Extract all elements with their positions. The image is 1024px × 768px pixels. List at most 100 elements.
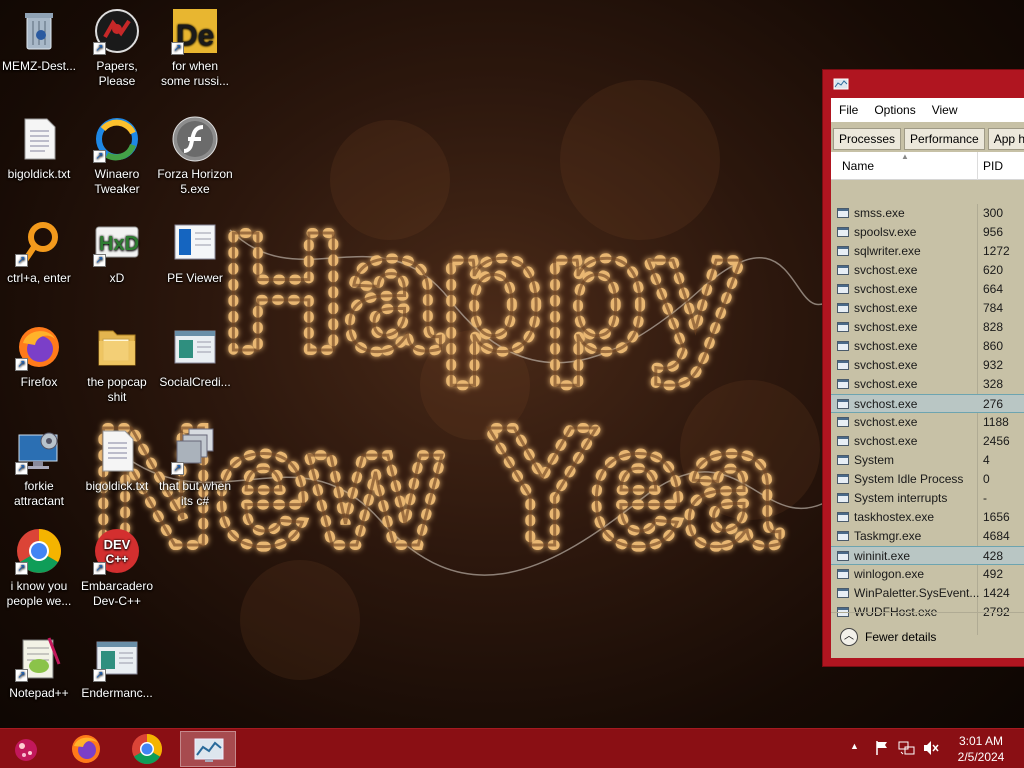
desktop-icon-ctrl-a-enter[interactable]: ↗ ctrl+a, enter (1, 219, 77, 286)
tray-flag-icon[interactable] (874, 740, 890, 768)
process-row[interactable]: svchost.exe 784 (831, 299, 1024, 318)
desktop-icon-label: MEMZ-Dest... (2, 59, 76, 73)
process-row[interactable]: svchost.exe 2456 (831, 432, 1024, 451)
process-row[interactable]: svchost.exe 1188 (831, 413, 1024, 432)
process-row[interactable]: svchost.exe 664 (831, 280, 1024, 299)
process-icon (837, 322, 849, 332)
desktop-icon-xd[interactable]: HxD ↗ xD (79, 219, 155, 286)
app-window-icon (171, 323, 219, 371)
process-row[interactable]: svchost.exe 328 (831, 375, 1024, 394)
process-row[interactable]: taskhostex.exe 1656 (831, 508, 1024, 527)
process-pid: 492 (983, 567, 1004, 581)
process-row[interactable]: svchost.exe 620 (831, 261, 1024, 280)
process-row[interactable]: spoolsv.exe 956 (831, 223, 1024, 242)
process-icon (837, 493, 849, 503)
process-pid: 0 (983, 472, 990, 486)
devcpp-icon: DEV C++ ↗ (93, 527, 141, 575)
process-pid: 4 (983, 453, 990, 467)
taskbar-task-manager[interactable] (180, 731, 236, 767)
start-button[interactable] (0, 731, 56, 767)
taskbar-chrome[interactable] (119, 731, 175, 767)
start-orb-icon (15, 739, 37, 761)
desktop-icon-for-when-some-russi[interactable]: De ↗ for when some russi... (157, 7, 233, 89)
chevron-up-icon[interactable]: ︿ (840, 628, 858, 646)
svg-text:C++: C++ (106, 552, 129, 566)
process-row[interactable]: wininit.exe 428 (831, 546, 1024, 565)
desktop-icon-pe-viewer[interactable]: PE Viewer (157, 219, 233, 286)
desktop-icon-papers-please[interactable]: ↗ Papers, Please (79, 7, 155, 89)
process-row[interactable]: svchost.exe 276 (831, 394, 1024, 413)
tray-volume-muted-icon[interactable] (922, 740, 940, 768)
menu-options[interactable]: Options (874, 103, 915, 117)
shortcut-arrow-icon: ↗ (171, 42, 184, 55)
desktop-icon-forza-horizon[interactable]: Forza Horizon 5.exe (157, 115, 233, 197)
process-row[interactable]: svchost.exe 828 (831, 318, 1024, 337)
process-row[interactable]: System Idle Process 0 (831, 470, 1024, 489)
process-row[interactable]: System interrupts - (831, 489, 1024, 508)
taskbar-clock[interactable]: 3:01 AM 2/5/2024 (948, 733, 1014, 765)
desktop-icon-bigoldick-2[interactable]: bigoldick.txt (79, 427, 155, 494)
shortcut-arrow-icon: ↗ (171, 462, 184, 475)
desktop-icon-chrome[interactable]: ↗ i know you people we... (1, 527, 77, 609)
process-icon (837, 379, 849, 389)
process-name: svchost.exe (854, 320, 918, 334)
task-manager-footer: ︿ Fewer details (831, 612, 1024, 658)
column-header-pid[interactable]: PID (983, 159, 1003, 173)
process-icon (837, 246, 849, 256)
process-pid: 784 (983, 301, 1004, 315)
process-icon (837, 436, 849, 446)
desktop-icon-winaero-tweaker[interactable]: ↗ Winaero Tweaker (79, 115, 155, 197)
process-row[interactable]: WinPaletter.SysEvent... 1424 (831, 584, 1024, 603)
clock-date: 2/5/2024 (957, 750, 1005, 764)
tab-app-history[interactable]: App hist (987, 128, 1024, 150)
process-row[interactable]: System 4 (831, 451, 1024, 470)
desktop-icon-devcpp[interactable]: DEV C++ ↗ Embarcadero Dev-C++ (79, 527, 155, 609)
svg-text:HxD: HxD (99, 233, 139, 255)
tray-overflow-chevron-icon[interactable]: ▲ (850, 741, 859, 768)
desktop-icon-popcap-folder[interactable]: the popcap shit (79, 323, 155, 405)
desktop-icon-socialcredit[interactable]: SocialCredi... (157, 323, 233, 390)
process-icon (837, 227, 849, 237)
column-separator[interactable] (977, 152, 978, 180)
desktop-icon-label: PE Viewer (167, 271, 223, 285)
shortcut-arrow-icon: ↗ (93, 42, 106, 55)
text-file-icon (15, 115, 63, 163)
process-row[interactable]: svchost.exe 860 (831, 337, 1024, 356)
desktop-icon-firefox[interactable]: ↗ Firefox (1, 323, 77, 390)
process-name: svchost.exe (854, 263, 918, 277)
desktop-icon-label: Forza Horizon 5.exe (157, 167, 233, 196)
menu-file[interactable]: File (839, 103, 858, 117)
column-header-name[interactable]: Name (842, 159, 874, 173)
folder-icon (93, 323, 141, 371)
hxd-icon: HxD ↗ (93, 219, 141, 267)
process-row[interactable]: Taskmgr.exe 4684 (831, 527, 1024, 546)
de-app-icon: De ↗ (171, 7, 219, 55)
desktop-icon-notepadpp[interactable]: ↗ Notepad++ (1, 634, 77, 701)
firefox-icon: ↗ (15, 323, 63, 371)
taskbar-firefox[interactable] (58, 731, 114, 767)
process-row[interactable]: sqlwriter.exe 1272 (831, 242, 1024, 261)
process-name: svchost.exe (854, 339, 918, 353)
desktop-icon-label: Firefox (20, 375, 58, 389)
process-name: svchost.exe (854, 377, 918, 391)
desktop-icon-label: Winaero Tweaker (94, 167, 140, 196)
desktop-icon-that-but-when-its-cs[interactable]: ↗ that but when its c# (157, 427, 233, 509)
tray-network-icon[interactable] (898, 740, 916, 768)
desktop-icon-memz[interactable]: MEMZ-Dest... (1, 7, 77, 74)
desktop-icon-forkie-attractant[interactable]: ↗ forkie attractant (1, 427, 77, 509)
tab-performance[interactable]: Performance (904, 128, 985, 150)
desktop-icon-bigoldick-1[interactable]: bigoldick.txt (1, 115, 77, 182)
process-name: WinPaletter.SysEvent... (854, 586, 980, 600)
process-row[interactable]: smss.exe 300 (831, 204, 1024, 223)
tab-processes[interactable]: Processes (833, 128, 902, 150)
orange-ring-icon: ↗ (15, 219, 63, 267)
process-row[interactable]: winlogon.exe 492 (831, 565, 1024, 584)
desktop-icon-endermanc[interactable]: ↗ Endermanc... (79, 634, 155, 701)
desktop-icon-label: xD (109, 271, 125, 285)
task-manager-window[interactable]: File Options View Processes Performance … (822, 69, 1024, 667)
menu-view[interactable]: View (932, 103, 958, 117)
winaero-icon: ↗ (93, 115, 141, 163)
process-row[interactable]: svchost.exe 932 (831, 356, 1024, 375)
fewer-details-button[interactable]: Fewer details (865, 630, 936, 644)
process-icon (837, 360, 849, 370)
